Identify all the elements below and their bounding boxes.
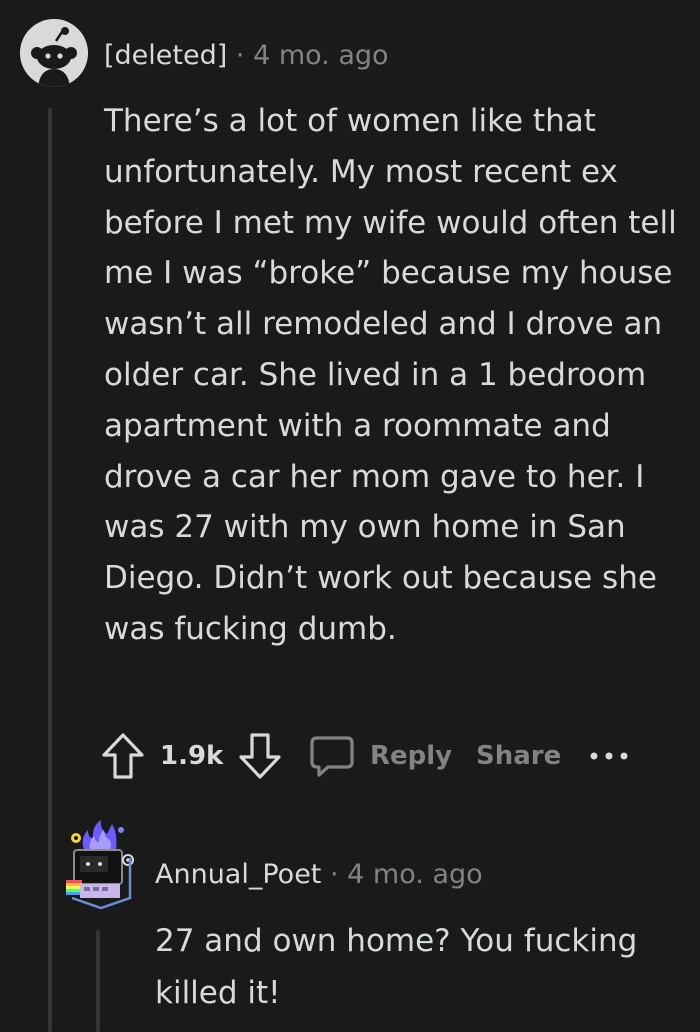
reply-text: 27 and own home? You fucking killed it!	[155, 923, 638, 1011]
ellipsis-icon	[590, 752, 628, 760]
comment-username[interactable]: [deleted]	[104, 40, 227, 71]
comment-timestamp[interactable]: 4 mo. ago	[253, 40, 388, 71]
upvote-arrow-icon	[102, 733, 144, 779]
reply-body: 27 and own home? You fucking killed it!	[155, 915, 685, 1019]
reply-timestamp[interactable]: 4 mo. ago	[347, 859, 482, 890]
score-count: 1.9k	[160, 741, 224, 771]
share-label: Share	[476, 741, 562, 771]
reply-label: Reply	[370, 741, 453, 771]
meta-separator: ·	[235, 40, 245, 71]
annual-poet-avatar[interactable]	[66, 818, 136, 910]
reply-thread-line[interactable]	[96, 930, 100, 1032]
downvote-arrow-icon	[239, 733, 281, 779]
reply-meta: Annual_Poet · 4 mo. ago	[155, 855, 483, 895]
comment-text: There’s a lot of women like that unfortu…	[104, 103, 677, 647]
burning-computer-avatar-icon	[66, 820, 134, 910]
thread-line[interactable]	[48, 108, 52, 1032]
upvote-button[interactable]	[100, 728, 146, 784]
deleted-user-avatar[interactable]	[20, 19, 88, 87]
snoo-icon	[20, 19, 88, 87]
meta-separator: ·	[329, 859, 339, 890]
score: 1.9k	[160, 728, 223, 784]
reply-button[interactable]: Reply	[308, 728, 452, 784]
comment-meta: [deleted] · 4 mo. ago	[104, 36, 389, 76]
downvote-button[interactable]	[237, 728, 283, 784]
share-button[interactable]: Share	[476, 728, 561, 784]
more-options-button[interactable]	[588, 728, 630, 784]
reply-username[interactable]: Annual_Poet	[155, 859, 321, 890]
comment-actions: 1.9k Reply Share	[100, 728, 680, 784]
speech-bubble-icon	[310, 736, 354, 777]
comment-body: There’s a lot of women like that unfortu…	[104, 96, 684, 655]
